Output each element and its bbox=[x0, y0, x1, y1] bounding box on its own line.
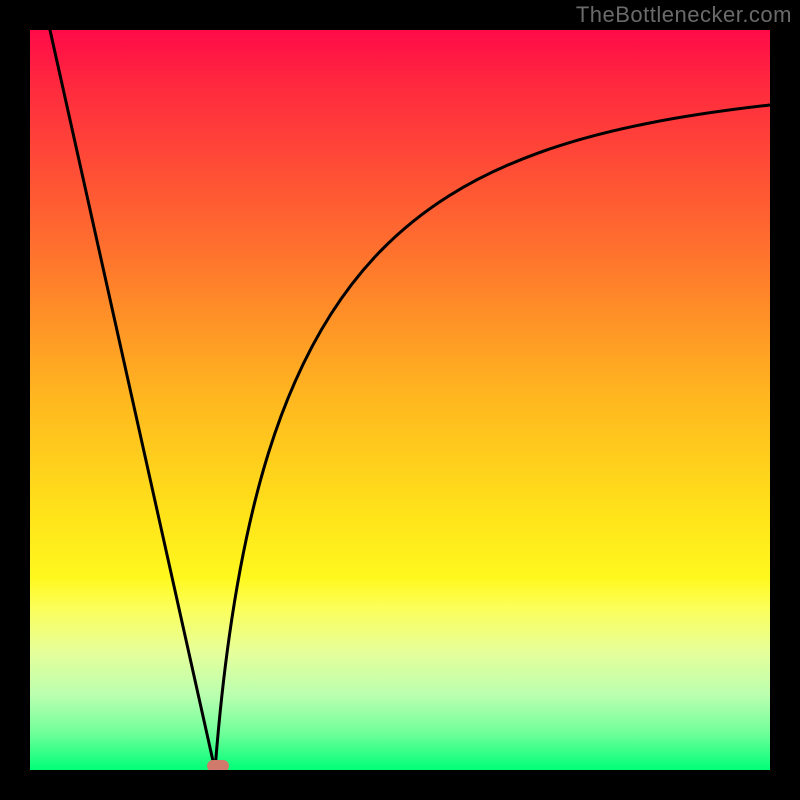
attribution-label: TheBottlenecker.com bbox=[576, 2, 792, 28]
min-marker bbox=[207, 760, 229, 770]
chart-frame: TheBottlenecker.com bbox=[0, 0, 800, 800]
plot-area bbox=[30, 30, 770, 770]
bottleneck-curve bbox=[30, 30, 770, 770]
